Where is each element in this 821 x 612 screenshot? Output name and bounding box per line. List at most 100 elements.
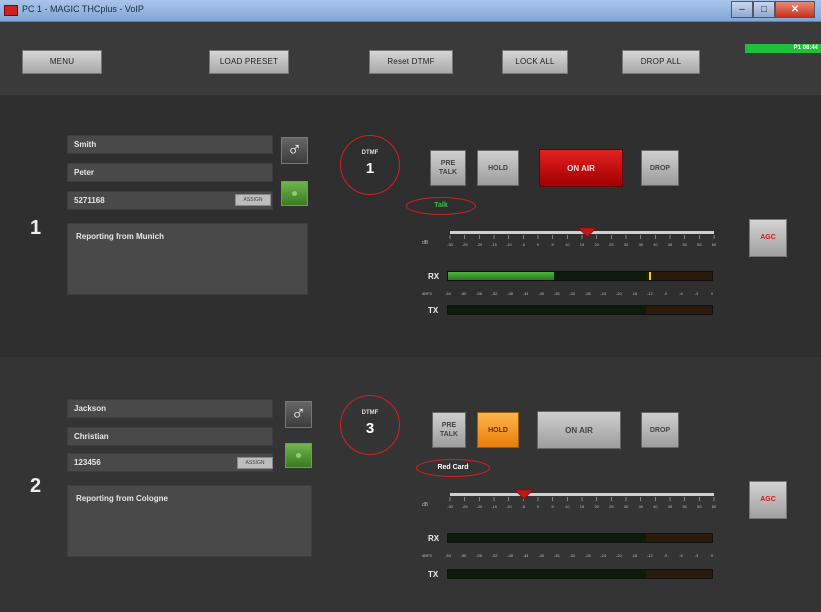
fader-tick-label: 40	[653, 242, 658, 247]
on-air-button[interactable]: ON AIR	[537, 411, 621, 449]
maximize-icon[interactable]: □	[753, 1, 775, 18]
meter-tick-label: -44	[523, 553, 530, 558]
assign-button[interactable]: ASSIGN	[235, 194, 271, 206]
tx-label: TX	[428, 570, 439, 579]
fader-tick-label: 30	[624, 504, 629, 509]
comment-box[interactable]: Reporting from Munich	[67, 223, 308, 295]
meter-scale: dBFS -64 -60 -56 -52 -48 -44 -40 -36 -32 -28 -24 -20…	[420, 547, 720, 558]
meter-tick-label: -40	[538, 291, 545, 296]
meter-tick-label: -60	[461, 553, 468, 558]
tx-meter	[447, 305, 713, 315]
meter-tick-label: -56	[476, 553, 483, 558]
fader-tick-label: 15	[580, 504, 585, 509]
dtmf-value: 1	[365, 160, 375, 177]
fader-tick-label: 45	[668, 242, 673, 247]
channel-panel-2: 2 Jackson Christian 123456 ASSIGN ♂ Repo…	[0, 357, 821, 612]
fader-tick-label: -20	[476, 504, 483, 509]
fader-tick-label: 30	[624, 242, 629, 247]
fader-tick-label: 20	[594, 504, 599, 509]
fader-tick-label: 25	[609, 504, 614, 509]
male-gender-icon[interactable]: ♂	[281, 137, 308, 164]
first-name-field[interactable]: Christian	[67, 427, 273, 446]
dtmf-value: 3	[365, 420, 375, 437]
lock-all-button[interactable]: LOCK ALL	[502, 50, 568, 74]
meter-overload-zone	[646, 570, 712, 578]
gain-fader-track[interactable]: dB -30 -25 -20 -15 -10 -5 0 5 10 15 20 25 30 35 40 45 50 5…	[420, 225, 720, 251]
meter-tick-label: -32	[569, 553, 576, 558]
fader-tick-label: 10	[565, 242, 570, 247]
window-controls: – □ ✕	[731, 1, 815, 19]
male-gender-icon[interactable]: ♂	[285, 401, 312, 428]
line-status: Red Card	[416, 459, 490, 477]
last-name-field[interactable]: Jackson	[67, 399, 273, 418]
rx-label: RX	[428, 534, 440, 543]
last-name-field[interactable]: Smith	[67, 135, 273, 154]
drop-button[interactable]: DROP	[641, 412, 679, 448]
hold-button[interactable]: HOLD	[477, 150, 519, 186]
connect-indicator-button[interactable]	[285, 443, 312, 468]
comment-box[interactable]: Reporting from Cologne	[67, 485, 312, 557]
fader-tick-label: 15	[580, 242, 585, 247]
fader-tick-label: -5	[522, 504, 526, 509]
reset-dtmf-button[interactable]: Reset DTMF	[369, 50, 453, 74]
meter-tick-label: -16	[631, 553, 638, 558]
minimize-icon[interactable]: –	[731, 1, 753, 18]
dtmf-label: DTMF	[361, 150, 379, 156]
fader-tick-label: -5	[522, 242, 526, 247]
gain-fader[interactable]: dB -30 -25 -20 -15 -10 -5 0 5 10 15 20 25 30 35 40 45 50 5…	[420, 487, 720, 513]
meter-tick-label: -24	[600, 291, 607, 296]
meter-tick-label: -52	[492, 291, 499, 296]
clock-display: P1 08:44	[745, 44, 821, 53]
fader-tick-label: -20	[476, 242, 483, 247]
agc-button[interactable]: AGC	[749, 219, 787, 257]
title-bar: PC 1 - MAGIC THCplus - VoIP – □ ✕	[0, 0, 821, 22]
close-icon[interactable]: ✕	[775, 1, 815, 18]
fader-scale-label: dB	[422, 502, 429, 508]
first-name-field[interactable]: Peter	[67, 163, 273, 182]
meter-tick-label: -60	[461, 291, 468, 296]
fader-tick-label: -30	[447, 242, 454, 247]
on-air-button[interactable]: ON AIR	[539, 149, 623, 187]
meter-tick-label: -48	[507, 553, 514, 558]
dtmf-indicator: DTMF 1	[340, 135, 400, 195]
line-status: Talk	[406, 197, 476, 215]
fader-tick-label: 20	[594, 242, 599, 247]
rx-meter	[447, 271, 713, 281]
drop-button[interactable]: DROP	[641, 150, 679, 186]
fader-tick-label: 45	[668, 504, 673, 509]
fader-tick-label: -15	[491, 504, 498, 509]
drop-all-button[interactable]: DROP ALL	[622, 50, 700, 74]
meter-tick-label: -12	[647, 291, 654, 296]
meter-scale: dBFS -64 -60 -56 -52 -48 -44 -40 -36 -32 -28 -24 -20…	[420, 285, 720, 296]
assign-button[interactable]: ASSIGN	[237, 457, 273, 469]
meter-tick-label: 0	[711, 291, 714, 296]
fader-tick-label: 5	[552, 504, 555, 509]
fader-tick-label: 40	[653, 504, 658, 509]
meter-tick-label: -20	[616, 291, 623, 296]
meter-scale-label: dBFS	[422, 291, 432, 296]
meter-tick-label: -44	[523, 291, 530, 296]
hold-button[interactable]: HOLD	[477, 412, 519, 448]
fader-tick-label: -30	[447, 504, 454, 509]
agc-button[interactable]: AGC	[749, 481, 787, 519]
pretalk-button[interactable]: PRE TALK	[430, 150, 466, 186]
load-preset-button[interactable]: LOAD PRESET	[209, 50, 289, 74]
meter-tick-label: -32	[569, 291, 576, 296]
meter-tick-label: -20	[616, 553, 623, 558]
connect-indicator-button[interactable]	[281, 181, 308, 206]
channel-panel-1: 1 Smith Peter 5271168 ASSIGN ♂ Reporting…	[0, 95, 821, 357]
meter-tick-label: -24	[600, 553, 607, 558]
meter-tick-label: -64	[445, 291, 452, 296]
menu-button[interactable]: MENU	[22, 50, 102, 74]
fader-tick-label: 35	[638, 242, 643, 247]
gain-fader-track[interactable]: dB -30 -25 -20 -15 -10 -5 0 5 10 15 20 25 30 35 40 45 50 5…	[420, 487, 720, 513]
meter-scale-label: dBFS	[422, 553, 432, 558]
fader-tick-label: 25	[609, 242, 614, 247]
fader-tick-label: -25	[462, 504, 469, 509]
fader-tick-label: -10	[506, 504, 513, 509]
pretalk-button[interactable]: PRE TALK	[432, 412, 466, 448]
gain-fader[interactable]: dB -30 -25 -20 -15 -10 -5 0 5 10 15 20 25 30 35 40 45 50 5…	[420, 225, 720, 251]
meter-tick-label: -6	[679, 553, 683, 558]
meter-tick-label: -3	[695, 553, 699, 558]
fader-tick-label: 0	[537, 504, 540, 509]
